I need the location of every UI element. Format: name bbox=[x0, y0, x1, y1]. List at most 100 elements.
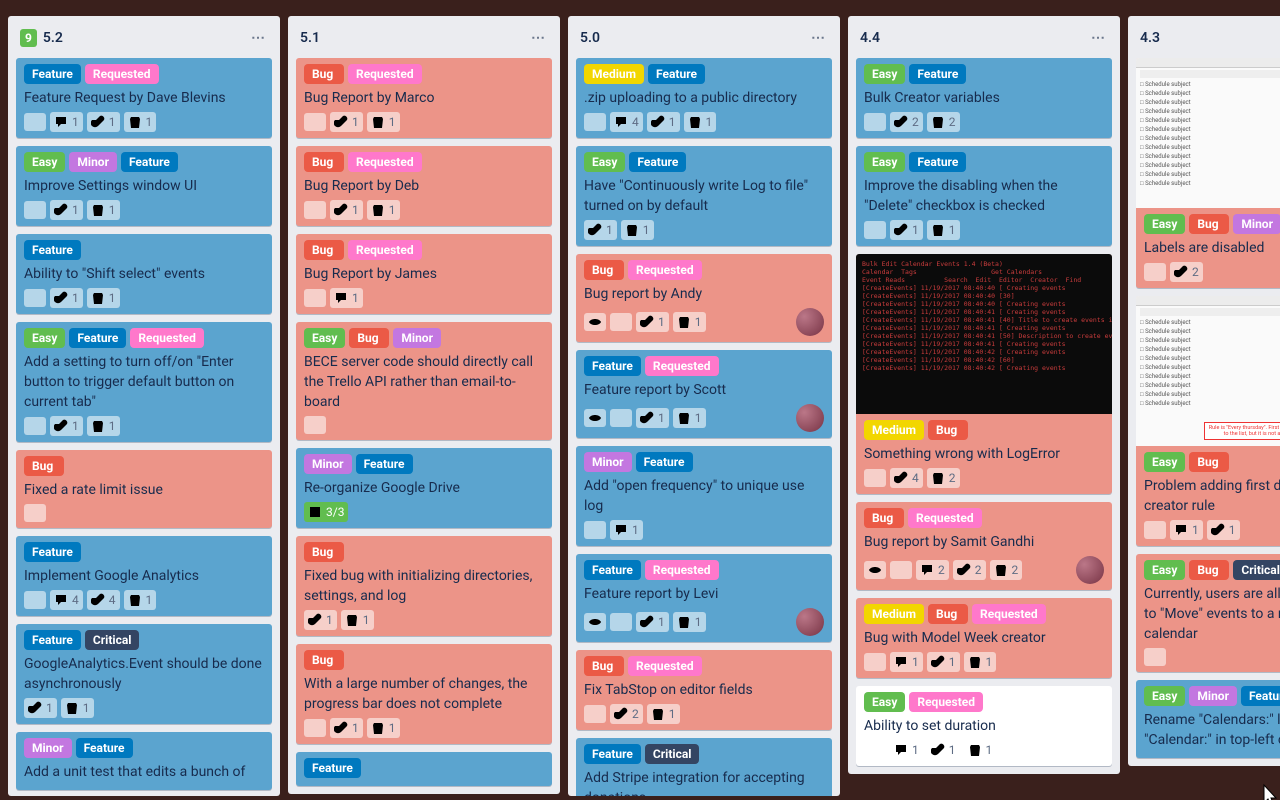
label-critical[interactable]: Critical bbox=[85, 630, 140, 650]
card[interactable]: EasyFeatureRequestedAdd a setting to tur… bbox=[16, 322, 272, 442]
card[interactable]: MinorFeatureAdd a unit test that edits a… bbox=[16, 732, 272, 790]
label-requested[interactable]: Requested bbox=[130, 328, 204, 348]
label-requested[interactable]: Requested bbox=[348, 64, 422, 84]
card[interactable]: BugFixed bug with initializing directori… bbox=[296, 536, 552, 636]
card[interactable]: MediumFeature.zip uploading to a public … bbox=[576, 58, 832, 138]
label-critical[interactable]: Critical bbox=[645, 744, 700, 764]
label-requested[interactable]: Requested bbox=[348, 240, 422, 260]
card[interactable]: EasyFeatureHave "Continuously write Log … bbox=[576, 146, 832, 246]
list-menu-button[interactable]: ⋯ bbox=[1085, 26, 1112, 50]
card[interactable]: EasyFeatureImprove the disabling when th… bbox=[856, 146, 1112, 246]
label-medium[interactable]: Medium bbox=[864, 420, 924, 440]
card[interactable]: FeatureCriticalAdd Stripe integration fo… bbox=[576, 738, 832, 796]
label-feature[interactable]: Feature bbox=[76, 738, 133, 758]
label-critical[interactable]: Critical bbox=[1233, 560, 1280, 580]
label-feature[interactable]: Feature bbox=[24, 630, 81, 650]
card[interactable]: FeatureAbility to "Shift select" events1… bbox=[16, 234, 272, 314]
label-easy[interactable]: Easy bbox=[864, 152, 905, 172]
label-bug[interactable]: Bug bbox=[304, 64, 344, 84]
label-feature[interactable]: Feature bbox=[584, 560, 641, 580]
member-avatar[interactable] bbox=[796, 608, 824, 636]
label-feature[interactable]: Feature bbox=[356, 454, 413, 474]
label-easy[interactable]: Easy bbox=[584, 152, 625, 172]
label-easy[interactable]: Easy bbox=[24, 328, 65, 348]
card[interactable]: MinorFeatureAdd "open frequency" to uniq… bbox=[576, 446, 832, 546]
card[interactable]: EasyBugMinorBECE server code should dire… bbox=[296, 322, 552, 440]
list-menu-button[interactable]: ⋯ bbox=[245, 26, 272, 50]
label-easy[interactable]: Easy bbox=[1144, 560, 1185, 580]
card[interactable]: FeatureCriticalGoogleAnalytics.Event sho… bbox=[16, 624, 272, 724]
label-requested[interactable]: Requested bbox=[909, 692, 983, 712]
card[interactable]: BugFixed a rate limit issue bbox=[16, 450, 272, 528]
label-easy[interactable]: Easy bbox=[864, 64, 905, 84]
label-medium[interactable]: Medium bbox=[584, 64, 644, 84]
label-bug[interactable]: Bug bbox=[304, 152, 344, 172]
list-menu-button[interactable]: ⋯ bbox=[805, 26, 832, 50]
card[interactable]: BugRequestedBug report by Samit Gandhi22… bbox=[856, 502, 1112, 590]
label-easy[interactable]: Easy bbox=[864, 692, 905, 712]
card[interactable]: MinorFeatureRe-organize Google Drive3/3 bbox=[296, 448, 552, 528]
label-minor[interactable]: Minor bbox=[304, 454, 352, 474]
card[interactable]: MediumBugRequestedBug with Model Week cr… bbox=[856, 598, 1112, 678]
label-medium[interactable]: Medium bbox=[864, 604, 924, 624]
label-bug[interactable]: Bug bbox=[349, 328, 389, 348]
label-requested[interactable]: Requested bbox=[85, 64, 159, 84]
label-feature[interactable]: Feature bbox=[24, 240, 81, 260]
label-requested[interactable]: Requested bbox=[908, 508, 982, 528]
card[interactable]: Bulk Edit Calendar Events 1.4 (Beta) Cal… bbox=[856, 254, 1112, 494]
card[interactable]: BugRequestedBug Report by James1 bbox=[296, 234, 552, 314]
card[interactable]: □ Schedule subject□ Schedule subject□ Sc… bbox=[1136, 296, 1280, 546]
label-minor[interactable]: Minor bbox=[584, 452, 632, 472]
card[interactable]: BugRequestedBug report by Andy11 bbox=[576, 254, 832, 342]
label-feature[interactable]: Feature bbox=[121, 152, 178, 172]
label-feature[interactable]: Feature bbox=[629, 152, 686, 172]
card[interactable]: FeatureImplement Google Analytics441 bbox=[16, 536, 272, 616]
label-bug[interactable]: Bug bbox=[1189, 452, 1229, 472]
label-feature[interactable]: Feature bbox=[69, 328, 126, 348]
label-bug[interactable]: Bug bbox=[928, 420, 968, 440]
label-feature[interactable]: Feature bbox=[648, 64, 705, 84]
label-requested[interactable]: Requested bbox=[348, 152, 422, 172]
label-feature[interactable]: Feature bbox=[584, 356, 641, 376]
label-requested[interactable]: Requested bbox=[972, 604, 1046, 624]
label-requested[interactable]: Requested bbox=[645, 356, 719, 376]
list-title[interactable]: 5.2 bbox=[43, 30, 245, 46]
card[interactable]: BugRequestedBug Report by Marco11 bbox=[296, 58, 552, 138]
card[interactable]: EasyBugCriticalCurrently, users are allo… bbox=[1136, 554, 1280, 672]
label-feature[interactable]: Feature bbox=[909, 152, 966, 172]
label-feature[interactable]: Feature bbox=[909, 64, 966, 84]
label-minor[interactable]: Minor bbox=[1189, 686, 1237, 706]
label-requested[interactable]: Requested bbox=[628, 656, 702, 676]
label-easy[interactable]: Easy bbox=[1144, 214, 1185, 234]
list-title[interactable]: 5.0 bbox=[580, 30, 805, 46]
label-feature[interactable]: Feature bbox=[24, 542, 81, 562]
label-feature[interactable]: Feature bbox=[24, 64, 81, 84]
card[interactable]: □ Schedule subject□ Schedule subject□ Sc… bbox=[1136, 58, 1280, 288]
list-title[interactable]: 5.1 bbox=[300, 30, 525, 46]
card[interactable]: FeatureRequestedFeature report by Levi11 bbox=[576, 554, 832, 642]
label-easy[interactable]: Easy bbox=[1144, 686, 1185, 706]
label-feature[interactable]: Feature bbox=[1241, 686, 1280, 706]
label-bug[interactable]: Bug bbox=[584, 260, 624, 280]
label-requested[interactable]: Requested bbox=[628, 260, 702, 280]
card[interactable]: EasyMinorFeatureImprove Settings window … bbox=[16, 146, 272, 226]
label-minor[interactable]: Minor bbox=[24, 738, 72, 758]
label-bug[interactable]: Bug bbox=[864, 508, 904, 528]
card[interactable]: Feature bbox=[296, 752, 552, 786]
member-avatar[interactable] bbox=[796, 308, 824, 336]
label-bug[interactable]: Bug bbox=[1189, 560, 1229, 580]
label-easy[interactable]: Easy bbox=[304, 328, 345, 348]
label-minor[interactable]: Minor bbox=[1233, 214, 1280, 234]
label-minor[interactable]: Minor bbox=[393, 328, 441, 348]
card[interactable]: EasyRequestedAbility to set duration111 bbox=[856, 686, 1112, 766]
card[interactable]: FeatureRequestedFeature report by Scott1… bbox=[576, 350, 832, 438]
label-feature[interactable]: Feature bbox=[636, 452, 693, 472]
label-bug[interactable]: Bug bbox=[24, 456, 64, 476]
label-bug[interactable]: Bug bbox=[304, 542, 344, 562]
label-minor[interactable]: Minor bbox=[69, 152, 117, 172]
card[interactable]: BugRequestedBug Report by Deb11 bbox=[296, 146, 552, 226]
list-menu-button[interactable]: ⋯ bbox=[525, 26, 552, 50]
label-bug[interactable]: Bug bbox=[584, 656, 624, 676]
member-avatar[interactable] bbox=[1076, 556, 1104, 584]
label-easy[interactable]: Easy bbox=[1144, 452, 1185, 472]
